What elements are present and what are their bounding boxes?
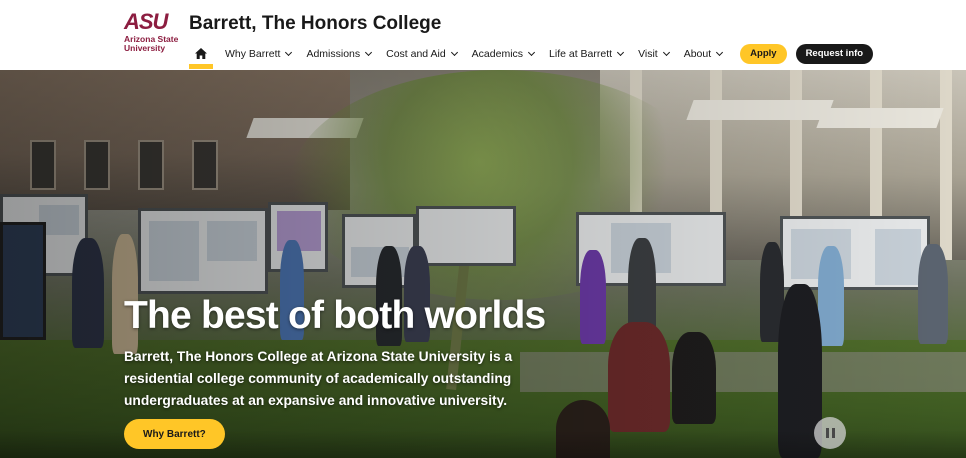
site-title[interactable]: Barrett, The Honors College [189, 13, 441, 35]
pause-icon [825, 428, 829, 438]
chevron-down-icon [365, 48, 373, 56]
nav-item-label: Life at Barrett [549, 47, 613, 60]
nav-item-academics[interactable]: Academics [471, 47, 536, 60]
hero-intro-text: Barrett, The Honors College at Arizona S… [124, 349, 513, 408]
nav-home-link[interactable] [189, 41, 213, 69]
chevron-down-icon [285, 48, 293, 56]
nav-item-about[interactable]: About [683, 47, 724, 60]
nav-item-visit[interactable]: Visit [638, 47, 670, 60]
nav-item-label: Why Barrett [225, 47, 281, 60]
nav-item-admissions[interactable]: Admissions [306, 47, 373, 60]
main-nav: Why Barrett Admissions Cost and Aid Acad… [189, 41, 874, 69]
chevron-down-icon [716, 48, 724, 56]
nav-item-label: Cost and Aid [386, 47, 446, 60]
nav-item-label: About [683, 47, 712, 60]
video-pause-button[interactable] [814, 417, 846, 449]
nav-item-label: Visit [638, 47, 658, 60]
pause-icon-bar [831, 428, 835, 438]
nav-item-label: Academics [471, 47, 524, 60]
apply-button[interactable]: Apply [740, 43, 787, 64]
asu-logo-mark: ASU [124, 9, 168, 34]
asu-logo-subtitle: Arizona State University [124, 34, 179, 53]
hero-banner: The best of both worlds Barrett, The Hon… [0, 70, 966, 458]
chevron-down-icon [527, 48, 536, 56]
chevron-down-icon [450, 48, 458, 56]
nav-item-why-barrett[interactable]: Why Barrett [225, 47, 293, 60]
nav-item-cost-and-aid[interactable]: Cost and Aid [386, 47, 458, 60]
request-info-button[interactable]: Request info [795, 43, 874, 64]
chevron-down-icon [662, 48, 670, 56]
nav-item-label: Admissions [306, 47, 361, 60]
chevron-down-icon [617, 48, 625, 56]
nav-item-life-at-barrett[interactable]: Life at Barrett [549, 47, 625, 60]
asu-logo[interactable]: ASU Arizona State University [124, 11, 182, 57]
hero-headline: The best of both worlds [124, 294, 546, 337]
site-header: ASU Arizona State University Barrett, Th… [0, 0, 966, 70]
why-barrett-button[interactable]: Why Barrett? [124, 419, 225, 449]
home-icon [195, 48, 207, 59]
